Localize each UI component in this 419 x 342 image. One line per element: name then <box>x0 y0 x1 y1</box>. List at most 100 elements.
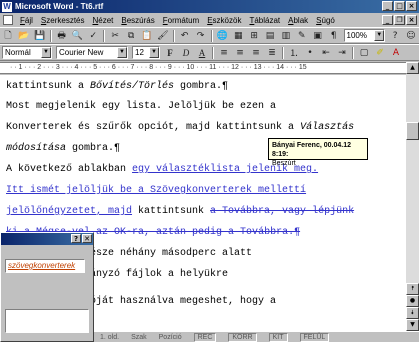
chevron-down-icon[interactable]: ▼ <box>117 47 127 58</box>
bold-button[interactable]: F <box>163 46 177 59</box>
undo-icon[interactable]: ↶ <box>178 29 192 42</box>
maximize-button[interactable]: □ <box>394 1 405 11</box>
font-size-value: 12 <box>135 48 144 57</box>
show-hide-icon[interactable]: ¶ <box>327 29 341 42</box>
help-button[interactable]: ? <box>71 234 81 243</box>
format-painter-icon[interactable]: 🖌 <box>156 29 170 42</box>
close-button[interactable]: × <box>406 1 417 11</box>
cut-icon[interactable]: ✂ <box>108 29 122 42</box>
minimize-button[interactable]: _ <box>382 1 393 11</box>
scroll-thumb[interactable] <box>406 122 419 140</box>
select-browse-object-icon[interactable]: ● <box>406 295 419 307</box>
status-bar: 1. old. Szak Pozíció REC KORR KIT FELÜL <box>94 331 419 342</box>
redo-icon[interactable]: ↷ <box>194 29 208 42</box>
revision-author: Bányai Ferenc, 00.04.12 8:19: <box>272 142 351 158</box>
doc-line: Konverterek és szűrők opciót, majd katti… <box>6 122 355 133</box>
menu-window[interactable]: Ablak <box>284 16 312 25</box>
increase-indent-icon[interactable]: ⇥ <box>335 46 349 59</box>
vertical-scrollbar[interactable]: ▲ ⯭ ● ⯯ ▼ <box>406 62 419 331</box>
dialog-list[interactable] <box>5 309 89 333</box>
align-center-icon[interactable]: ≡ <box>233 46 247 59</box>
doc-line: Most megjelenik egy lista. Jelöljük be e… <box>6 101 277 112</box>
font-select[interactable]: Courier New ▼ <box>56 46 128 59</box>
menu-bar: Fájl Szerkesztés Nézet Beszúrás Formátum… <box>0 13 419 27</box>
chevron-down-icon[interactable]: ▼ <box>374 30 385 41</box>
drawing-icon[interactable]: ✎ <box>295 29 309 42</box>
new-document-icon[interactable]: 🗋 <box>1 29 15 42</box>
next-page-icon[interactable]: ⯯ <box>406 307 419 319</box>
revision-tooltip: Bányai Ferenc, 00.04.12 8:19: Beszúrt <box>268 138 368 167</box>
menu-file[interactable]: Fájl <box>16 16 37 25</box>
help-icon[interactable]: ? <box>388 29 402 42</box>
zoom-value: 100% <box>346 31 367 40</box>
menu-help[interactable]: Súgó <box>312 16 339 25</box>
numbering-icon[interactable]: ⒈ <box>287 46 301 59</box>
highlight-icon[interactable]: ✐ <box>373 46 387 59</box>
close-icon[interactable]: ✕ <box>82 234 92 243</box>
menu-format[interactable]: Formátum <box>159 16 203 25</box>
status-rec[interactable]: REC <box>193 332 217 342</box>
doc-close-button[interactable]: × <box>406 15 417 25</box>
chevron-down-icon[interactable]: ▼ <box>149 47 159 58</box>
font-color-icon[interactable]: A <box>389 46 403 59</box>
doc-line: módosítása gombra.¶ <box>6 143 121 154</box>
menu-insert[interactable]: Beszúrás <box>117 16 158 25</box>
copy-icon[interactable]: ⧉ <box>124 29 138 42</box>
italic-button[interactable]: D <box>179 46 193 59</box>
font-size-select[interactable]: 12 ▼ <box>132 46 160 59</box>
revision-type: Beszúrt <box>272 160 296 167</box>
doc-line: jelölőnégyzetet, majd kattintsunk a Tová… <box>6 206 355 217</box>
office-assistant-icon[interactable]: ☺ <box>404 29 418 42</box>
hyperlink-icon[interactable]: 🌐 <box>216 29 230 42</box>
dialog-input[interactable]: szövegkonverterek <box>5 259 85 273</box>
doc-line: kattintsunk a Bővítés/Törlés gombra.¶ <box>6 81 229 92</box>
menu-table[interactable]: Táblázat <box>245 16 284 25</box>
standard-toolbar: 🗋 📂 💾 🖶 🔍 ✓ ✂ ⧉ 📋 🖌 ↶ ↷ 🌐 ▦ ⊞ ▤ ▥ ✎ ▣ ¶ … <box>0 27 419 44</box>
status-page: 1. old. <box>100 333 120 341</box>
status-extend[interactable]: KIT <box>268 332 288 342</box>
doc-minimize-button[interactable]: _ <box>382 15 393 25</box>
tables-borders-icon[interactable]: ▦ <box>231 29 245 42</box>
document-icon[interactable] <box>3 15 13 25</box>
insert-table-icon[interactable]: ⊞ <box>247 29 261 42</box>
scroll-down-icon[interactable]: ▼ <box>406 319 419 331</box>
menu-view[interactable]: Nézet <box>88 16 117 25</box>
document-map-icon[interactable]: ▣ <box>311 29 325 42</box>
columns-icon[interactable]: ▥ <box>279 29 293 42</box>
style-select[interactable]: Normál ▼ <box>2 46 52 59</box>
decrease-indent-icon[interactable]: ⇤ <box>319 46 333 59</box>
save-icon[interactable]: 💾 <box>33 29 47 42</box>
status-section: Szak <box>131 333 147 341</box>
align-left-icon[interactable]: ≡ <box>217 46 231 59</box>
paste-icon[interactable]: 📋 <box>140 29 154 42</box>
dialog-window: ? ✕ szövegkonverterek <box>0 232 94 342</box>
doc-restore-button[interactable]: ❐ <box>394 15 405 25</box>
border-icon[interactable]: ▢ <box>357 46 371 59</box>
print-icon[interactable]: 🖶 <box>55 29 69 42</box>
menu-edit[interactable]: Szerkesztés <box>37 16 89 25</box>
justify-icon[interactable]: ≣ <box>265 46 279 59</box>
horizontal-ruler[interactable]: · · 1 · · · 2 · · · 3 · · · 4 · · · 5 · … <box>0 62 406 74</box>
status-overtype[interactable]: FELÜL <box>299 332 330 342</box>
spelling-icon[interactable]: ✓ <box>86 29 100 42</box>
word-app-icon[interactable]: W <box>2 1 12 12</box>
font-value: Courier New <box>59 48 104 57</box>
insert-excel-icon[interactable]: ▤ <box>263 29 277 42</box>
dialog-input-value: szövegkonverterek <box>8 261 76 270</box>
status-position: Pozíció <box>158 333 182 341</box>
title-bar: W Microsoft Word - Tt6.rtf _ □ × <box>0 0 419 13</box>
align-right-icon[interactable]: ≡ <box>249 46 263 59</box>
zoom-select[interactable]: 100% ▼ <box>343 29 386 42</box>
dialog-title-bar[interactable]: ? ✕ <box>1 233 93 245</box>
open-folder-icon[interactable]: 📂 <box>17 29 31 42</box>
menu-tools[interactable]: Eszközök <box>203 16 245 25</box>
formatting-toolbar: Normál ▼ Courier New ▼ 12 ▼ F D A ≡ ≡ ≡ … <box>0 44 419 61</box>
bullets-icon[interactable]: • <box>303 46 317 59</box>
doc-line-inserted: Itt ismét jelöljük be a Szövegkonvertere… <box>6 185 307 196</box>
scroll-up-icon[interactable]: ▲ <box>406 62 419 74</box>
chevron-down-icon[interactable]: ▼ <box>41 47 51 58</box>
print-preview-icon[interactable]: 🔍 <box>71 29 85 42</box>
status-track-changes[interactable]: KORR <box>228 332 257 342</box>
underline-button[interactable]: A <box>195 46 209 59</box>
previous-page-icon[interactable]: ⯭ <box>406 283 419 295</box>
